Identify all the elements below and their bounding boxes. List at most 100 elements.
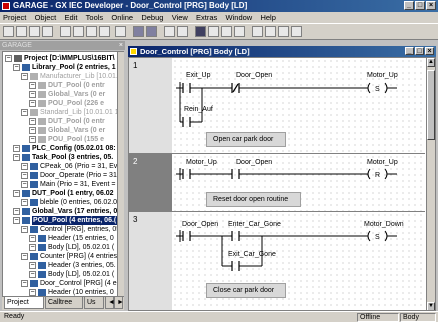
copy-icon[interactable] xyxy=(73,26,84,37)
rung-comment[interactable]: Close car park door xyxy=(206,283,286,298)
tree-expander-icon[interactable]: − xyxy=(13,64,20,71)
monitor-icon[interactable] xyxy=(177,26,188,37)
transfer-icon[interactable] xyxy=(164,26,175,37)
jump-icon[interactable] xyxy=(234,26,245,37)
tree-expander-icon[interactable]: − xyxy=(29,235,36,242)
menu-project[interactable]: Project xyxy=(3,13,26,22)
tree-expander-icon[interactable]: − xyxy=(29,289,36,296)
coil-label[interactable]: Motor_Up xyxy=(367,159,398,166)
tree-expander-icon[interactable]: − xyxy=(13,190,20,197)
coil-label[interactable]: Motor_Down xyxy=(364,221,404,228)
tree-expander-icon[interactable]: − xyxy=(29,271,36,278)
tree-expander-icon[interactable]: − xyxy=(29,262,36,269)
tree-expander-icon[interactable]: − xyxy=(29,118,36,125)
tree-expander-icon[interactable]: − xyxy=(5,55,12,62)
tree-expander-icon[interactable]: − xyxy=(13,145,20,152)
tree-expander-icon[interactable]: − xyxy=(21,109,28,116)
tree-expander-icon[interactable]: − xyxy=(29,91,36,98)
tree-item-label: Header (3 entries, 05. xyxy=(48,262,116,269)
tree-expander-icon[interactable]: − xyxy=(21,253,28,260)
contact-label[interactable]: Enter_Car_Gone xyxy=(228,221,281,228)
paste-icon[interactable] xyxy=(86,26,97,37)
tree-expander-icon[interactable]: − xyxy=(29,100,36,107)
rung-comment[interactable]: Reset door open routine xyxy=(206,192,301,207)
close-button[interactable]: × xyxy=(426,1,436,10)
tree-expander-icon[interactable]: − xyxy=(21,172,28,179)
editor-maximize-button[interactable]: □ xyxy=(415,47,424,55)
panel-close-icon[interactable]: × xyxy=(119,41,123,50)
tree-expander-icon[interactable]: − xyxy=(13,217,20,224)
contact-label[interactable]: Motor_Up xyxy=(186,159,217,166)
menu-online[interactable]: Online xyxy=(111,13,133,22)
coil-label[interactable]: Motor_Up xyxy=(367,72,398,79)
tree-expander-icon[interactable]: − xyxy=(29,82,36,89)
tab-scroll-right-button[interactable]: ► xyxy=(114,297,124,309)
coil-icon[interactable] xyxy=(208,26,219,37)
contact-label[interactable]: Exit_Up xyxy=(186,72,211,79)
coil-type: S xyxy=(375,234,380,241)
editor-close-button[interactable]: × xyxy=(425,47,434,55)
maximize-button[interactable]: □ xyxy=(415,1,425,10)
rung-1[interactable]: S Exit_Up Door_Open Rein_Auf Motor_Up Op… xyxy=(172,58,425,154)
tree-expander-icon[interactable]: − xyxy=(21,163,28,170)
menu-view[interactable]: View xyxy=(172,13,188,22)
tree-expander-icon[interactable]: − xyxy=(21,280,28,287)
redo-icon[interactable] xyxy=(115,26,126,37)
project-tree-scrollbar[interactable] xyxy=(117,52,124,296)
rung-2[interactable]: R Motor_Up Door_Open Motor_Up Reset door… xyxy=(172,154,425,212)
scroll-up-button[interactable]: ▲ xyxy=(427,58,435,67)
tab-calltree[interactable]: Calltree xyxy=(45,297,83,309)
tab-project[interactable]: Project xyxy=(4,297,44,309)
scroll-down-button[interactable]: ▼ xyxy=(427,302,435,310)
new-file-icon[interactable] xyxy=(3,26,14,37)
compile-icon[interactable] xyxy=(133,26,144,37)
editor-vertical-scrollbar[interactable]: ▲ ▼ xyxy=(426,58,435,310)
line-icon[interactable] xyxy=(252,26,263,37)
rung-3[interactable]: S Door_Open Enter_Car_Gone Exit_Car_Gone… xyxy=(172,212,425,310)
menu-window[interactable]: Window xyxy=(226,13,253,22)
menu-help[interactable]: Help xyxy=(260,13,275,22)
tree-expander-icon[interactable]: − xyxy=(21,226,28,233)
open-folder-icon[interactable] xyxy=(16,26,27,37)
tree-expander-icon[interactable]: − xyxy=(13,208,20,215)
save-icon[interactable] xyxy=(29,26,40,37)
comment-icon[interactable] xyxy=(291,26,302,37)
cut-icon[interactable] xyxy=(60,26,71,37)
contact-label[interactable]: Rein_Auf xyxy=(184,106,213,113)
ladder-editor[interactable]: 1 S Exit_Up Door_Open Rein_Auf Motor_Up … xyxy=(128,57,436,311)
rung-icon[interactable] xyxy=(278,26,289,37)
tree-expander-icon[interactable]: − xyxy=(29,244,36,251)
tab-usedby[interactable]: Us xyxy=(84,297,104,309)
scroll-thumb[interactable] xyxy=(427,70,435,140)
menu-object[interactable]: Object xyxy=(35,13,57,22)
contact-label[interactable]: Door_Open xyxy=(236,159,272,166)
contact-label[interactable]: Exit_Car_Gone xyxy=(228,251,276,258)
branch-icon[interactable] xyxy=(265,26,276,37)
tree-expander-icon[interactable]: − xyxy=(29,127,36,134)
tree-expander-icon[interactable]: − xyxy=(29,136,36,143)
tree-expander-icon[interactable]: − xyxy=(21,199,28,206)
build-icon[interactable] xyxy=(146,26,157,37)
undo-icon[interactable] xyxy=(99,26,110,37)
rung-comment[interactable]: Open car park door xyxy=(206,132,286,147)
print-icon[interactable] xyxy=(42,26,53,37)
menu-extras[interactable]: Extras xyxy=(196,13,217,22)
tree-expander-icon[interactable]: − xyxy=(13,154,20,161)
editor-title-bar: Door_Control [PRG] Body [LD] _ □ × xyxy=(128,46,436,57)
menu-edit[interactable]: Edit xyxy=(65,13,78,22)
menu-tools[interactable]: Tools xyxy=(86,13,104,22)
rung-number[interactable]: 3 xyxy=(129,212,172,310)
editor-minimize-button[interactable]: _ xyxy=(405,47,414,55)
rung-number[interactable]: 1 xyxy=(129,58,172,154)
tree-expander-icon[interactable]: − xyxy=(21,73,28,80)
function-block-icon[interactable] xyxy=(221,26,232,37)
tree-expander-icon[interactable]: − xyxy=(21,181,28,188)
contact-label[interactable]: Door_Open xyxy=(182,221,218,228)
tree-item-label: Library_Pool (2 entries, 1 xyxy=(32,64,116,71)
rung-number[interactable]: 2 xyxy=(129,154,172,212)
menu-debug[interactable]: Debug xyxy=(141,13,163,22)
contact-icon[interactable] xyxy=(195,26,206,37)
tab-scroll-left-button[interactable]: ◄ xyxy=(105,297,115,309)
contact-label[interactable]: Door_Open xyxy=(236,72,272,79)
minimize-button[interactable]: _ xyxy=(404,1,414,10)
